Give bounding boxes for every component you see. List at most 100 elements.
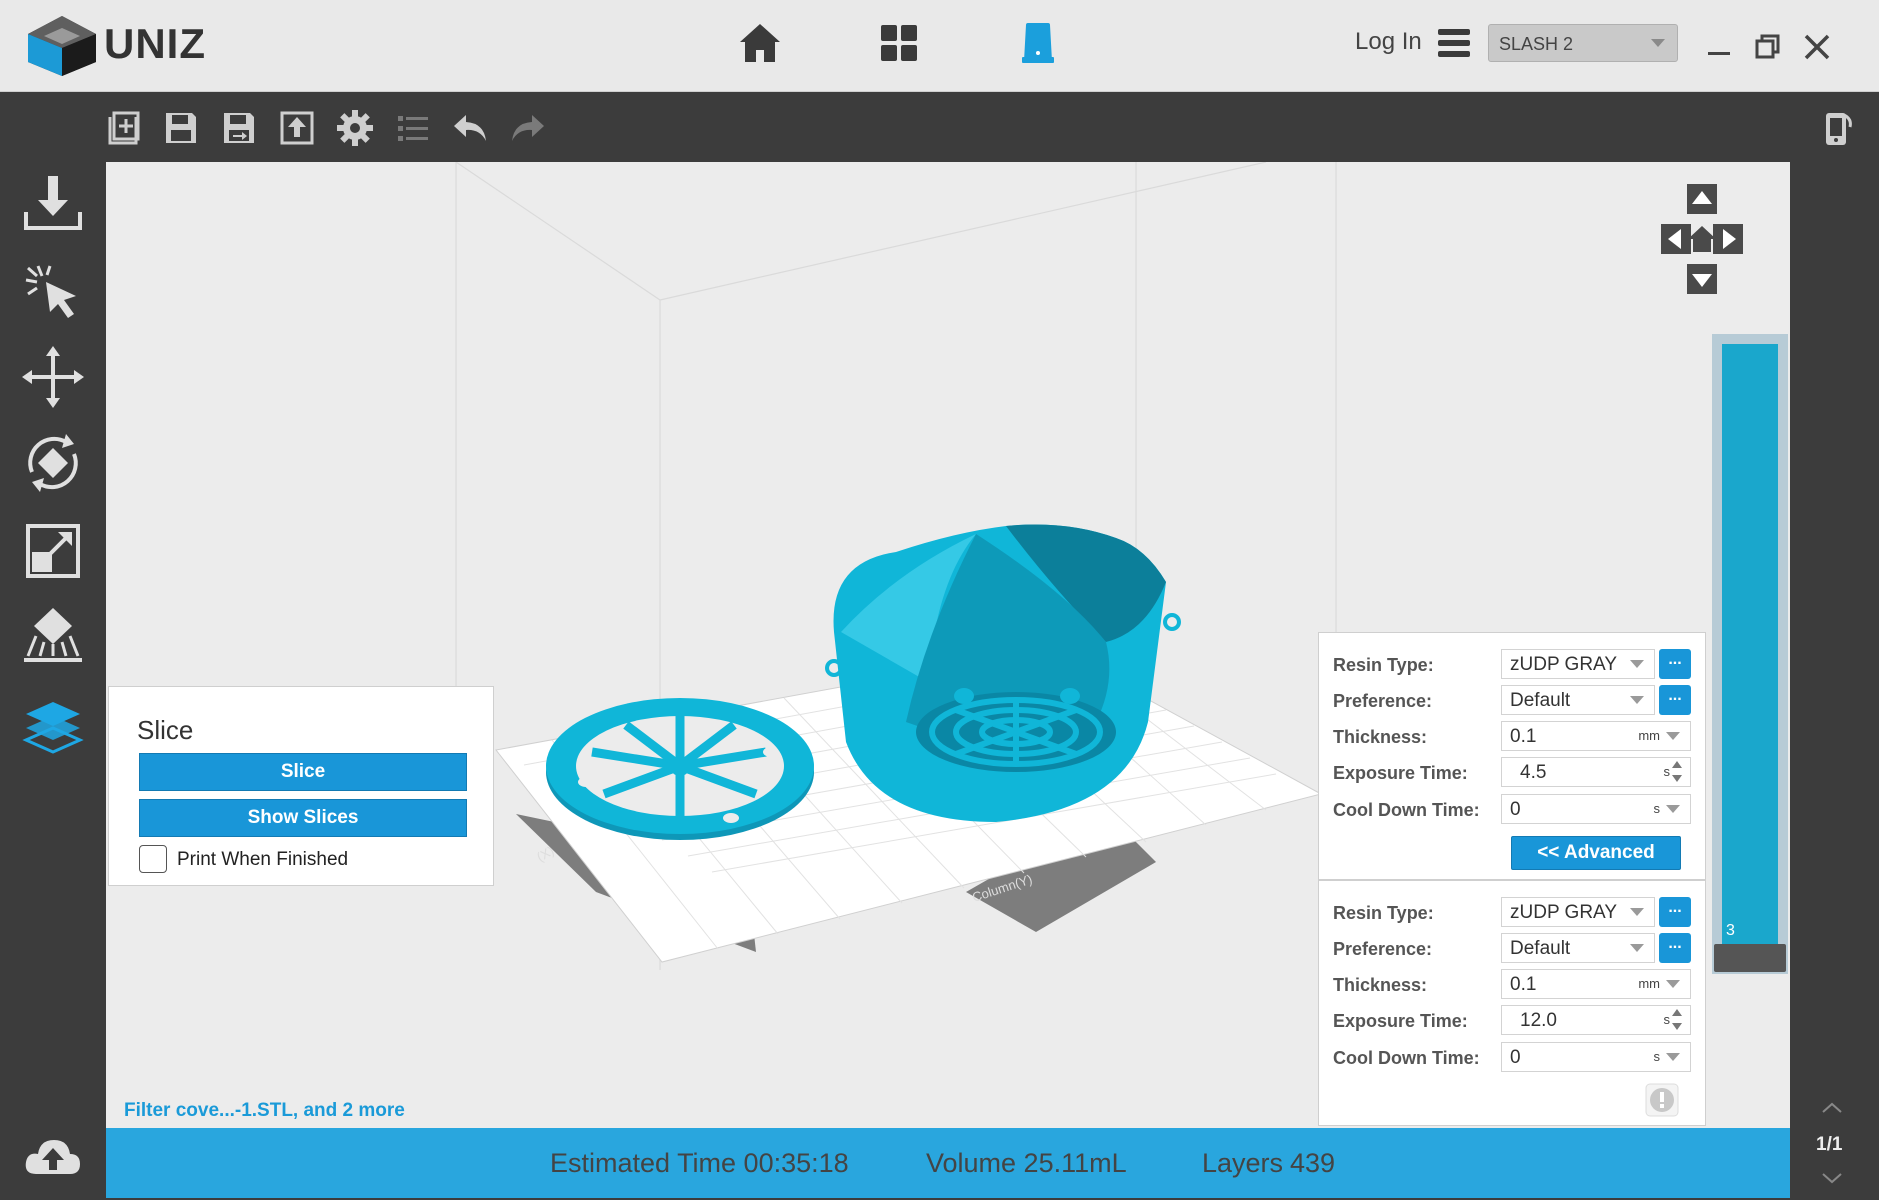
page-up-chevron-icon[interactable] [1820, 1100, 1844, 1116]
save-icon[interactable] [162, 109, 200, 147]
layer-slider-fill [1722, 344, 1778, 944]
chevron-down-icon [1651, 39, 1665, 47]
cool-down-time-label: Cool Down Time: [1333, 1048, 1480, 1068]
preference-select[interactable]: Default [1501, 685, 1655, 715]
page-counter: 1/1 [1816, 1134, 1843, 1155]
list-icon[interactable] [394, 109, 432, 147]
exposure-time-value: 12.0 [1520, 1010, 1557, 1031]
slice-button[interactable]: Slice [139, 753, 467, 791]
hamburger-menu-icon[interactable] [1438, 26, 1470, 60]
thickness-unit: mm [1638, 976, 1660, 991]
exposure-time-value: 4.5 [1520, 762, 1547, 783]
spin-down-icon[interactable] [1672, 1023, 1682, 1030]
spin-up-icon[interactable] [1672, 761, 1682, 768]
move-arrows-icon[interactable] [22, 346, 84, 408]
restore-icon[interactable] [1750, 30, 1784, 64]
layer-slider-handle[interactable] [1714, 944, 1786, 972]
preference-label: Preference: [1333, 691, 1433, 711]
import-download-icon[interactable] [22, 172, 84, 234]
add-file-icon[interactable] [104, 109, 142, 147]
chevron-down-icon [1666, 980, 1680, 988]
preference-more-button[interactable]: ... [1659, 933, 1691, 963]
settings-gear-icon[interactable] [336, 109, 374, 147]
preference-value: Default [1510, 938, 1571, 959]
phone-connect-icon[interactable] [1818, 109, 1856, 147]
exposure-time-label: Exposure Time: [1333, 1011, 1468, 1031]
printer-icon [1022, 23, 1054, 63]
chevron-down-icon [1666, 1053, 1680, 1061]
export-icon[interactable] [278, 109, 316, 147]
cool-down-time-value: 0 [1510, 799, 1521, 820]
exposure-time-label: Exposure Time: [1333, 763, 1468, 783]
exposure-time-unit: s [1663, 1012, 1671, 1027]
printer-nav-button[interactable] [1013, 18, 1063, 68]
resin-settings-panel-2: Resin Type: zUDP GRAY ... Preference: De… [1318, 880, 1706, 1126]
page-down-chevron-icon[interactable] [1820, 1170, 1844, 1186]
cloud-upload-icon[interactable] [22, 1126, 84, 1188]
view-down-icon[interactable] [1687, 264, 1717, 294]
home-nav-button[interactable] [735, 18, 785, 68]
undo-icon[interactable] [452, 109, 490, 147]
volume: Volume 25.11mL [926, 1148, 1127, 1178]
resin-type-value: zUDP GRAY [1510, 902, 1617, 923]
loaded-files-label[interactable]: Filter cove...-1.STL, and 2 more [124, 1100, 405, 1122]
redo-icon[interactable] [508, 109, 546, 147]
printer-model-select[interactable]: SLASH 2 [1488, 24, 1678, 62]
rotate-icon[interactable] [22, 432, 84, 494]
login-link[interactable]: Log In [1355, 28, 1422, 56]
view-navigation-control [1661, 184, 1743, 294]
status-bar: Estimated Time 00:35:18 Volume 25.11mL L… [106, 1128, 1790, 1198]
cool-down-time-select[interactable]: 0 s [1501, 1042, 1691, 1072]
resin-type-more-button[interactable]: ... [1659, 897, 1691, 927]
layer-slider-value: 3 [1726, 922, 1735, 939]
app-name: UNIZ [104, 20, 206, 67]
preference-select[interactable]: Default [1501, 933, 1655, 963]
slice-panel: Slice Slice Show Slices Print When Finis… [108, 686, 494, 886]
layers-icon[interactable] [22, 694, 84, 756]
resin-type-label: Resin Type: [1333, 655, 1434, 675]
resin-type-label: Resin Type: [1333, 903, 1434, 923]
scale-icon[interactable] [22, 520, 84, 582]
chevron-down-icon [1630, 660, 1644, 668]
filter-cover-model[interactable] [546, 698, 814, 840]
view-right-icon[interactable] [1713, 224, 1743, 254]
print-when-finished-checkbox[interactable] [139, 845, 167, 873]
print-when-finished-label: Print When Finished [177, 849, 349, 870]
layers-count: 439 [1290, 1148, 1336, 1178]
resin-settings-panel-1: Resin Type: zUDP GRAY ... Preference: De… [1318, 632, 1706, 880]
cool-down-time-unit: s [1653, 1049, 1661, 1064]
exposure-time-unit: s [1663, 764, 1671, 779]
grid-nav-button[interactable] [874, 18, 924, 68]
support-icon[interactable] [22, 606, 84, 668]
advanced-toggle-button[interactable]: << Advanced [1511, 836, 1681, 870]
slice-panel-title: Slice [137, 715, 194, 745]
resin-type-select[interactable]: zUDP GRAY [1501, 649, 1655, 679]
thickness-value: 0.1 [1510, 726, 1537, 747]
thickness-select[interactable]: 0.1 mm [1501, 721, 1691, 751]
spin-down-icon[interactable] [1672, 775, 1682, 782]
view-home-icon[interactable] [1688, 226, 1716, 252]
warning-info-icon[interactable] [1645, 1083, 1679, 1117]
view-left-icon[interactable] [1661, 224, 1691, 254]
cool-down-time-label: Cool Down Time: [1333, 800, 1480, 820]
preference-more-button[interactable]: ... [1659, 685, 1691, 715]
select-cursor-icon[interactable] [22, 260, 84, 322]
resin-type-more-button[interactable]: ... [1659, 649, 1691, 679]
show-slices-button[interactable]: Show Slices [139, 799, 467, 837]
chevron-down-icon [1666, 732, 1680, 740]
view-up-icon[interactable] [1687, 184, 1717, 214]
exposure-time-input[interactable]: 4.5 s [1501, 757, 1691, 787]
minimize-icon[interactable] [1702, 30, 1736, 64]
chevron-down-icon [1630, 696, 1644, 704]
exposure-time-input[interactable]: 12.0 s [1501, 1005, 1691, 1035]
thickness-unit: mm [1638, 728, 1660, 743]
cool-down-time-select[interactable]: 0 s [1501, 794, 1691, 824]
save-as-icon[interactable] [220, 109, 258, 147]
layers-label: Layers [1202, 1148, 1284, 1178]
resin-type-value: zUDP GRAY [1510, 654, 1617, 675]
close-icon[interactable] [1800, 30, 1834, 64]
thickness-select[interactable]: 0.1 mm [1501, 969, 1691, 999]
thickness-label: Thickness: [1333, 727, 1428, 747]
resin-type-select[interactable]: zUDP GRAY [1501, 897, 1655, 927]
spin-up-icon[interactable] [1672, 1009, 1682, 1016]
